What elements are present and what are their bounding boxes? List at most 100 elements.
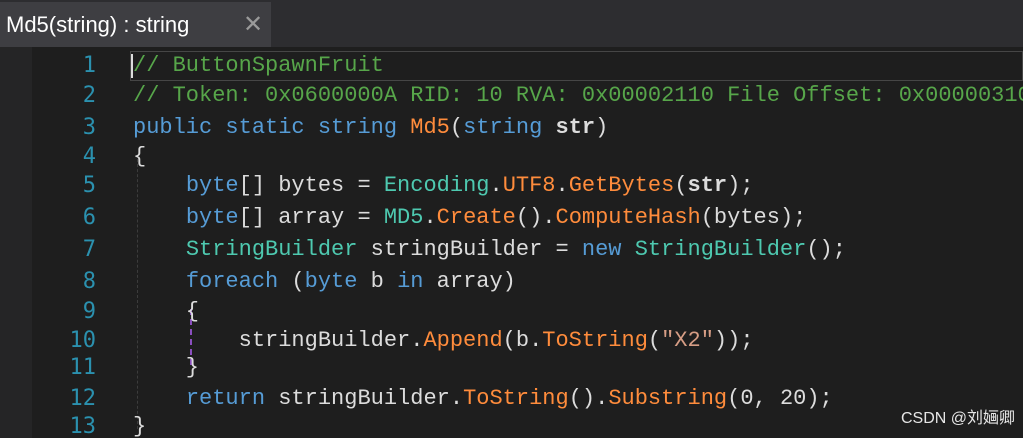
code-token: static — [225, 115, 305, 140]
code-token: ComputeHash — [555, 205, 701, 230]
code-line[interactable]: 5 byte[] bytes = Encoding.UTF8.GetBytes(… — [0, 171, 1023, 201]
code-line[interactable]: 10 stringBuilder.Append(b.ToString("X2")… — [0, 326, 1023, 356]
code-token: in — [397, 269, 424, 294]
code-token: . — [555, 173, 569, 198]
code-text: StringBuilder stringBuilder = new String… — [133, 235, 846, 265]
code-token: "X2" — [661, 328, 714, 353]
code-token: b — [357, 269, 398, 294]
code-line[interactable]: 13} — [0, 412, 1023, 438]
code-token: new — [581, 237, 622, 262]
tab-strip: Md5(string) : string ✕ — [0, 0, 1023, 47]
line-number: 8 — [82, 269, 96, 294]
code-text: } — [133, 353, 199, 383]
code-editor[interactable]: 1 // ButtonSpawnFruit 2 // Token: 0x0600000… — [0, 47, 1023, 438]
code-token: (); — [806, 237, 846, 262]
line-number: 9 — [82, 299, 96, 324]
code-token: UTF8 — [502, 173, 556, 198]
code-text: byte[] bytes = Encoding.UTF8.GetBytes(st… — [133, 171, 754, 201]
code-token: byte — [185, 205, 239, 230]
code-token: // ButtonSpawnFruit — [133, 53, 384, 78]
code-token: [] array = — [238, 205, 384, 230]
code-token: Append — [423, 328, 503, 353]
line-number: 7 — [82, 237, 96, 262]
line-number: 12 — [69, 386, 97, 411]
code-token: Md5 — [410, 115, 450, 140]
code-line[interactable]: 3 public static string Md5(string str) — [0, 113, 1023, 143]
code-token: (bytes); — [700, 205, 807, 230]
code-token: array) — [423, 269, 516, 294]
code-token: { — [133, 299, 200, 324]
code-token: MD5 — [383, 205, 424, 230]
code-token: stringBuilder = — [357, 237, 582, 262]
code-line[interactable]: 9 { — [0, 297, 1023, 327]
code-token: } — [133, 355, 200, 380]
code-text: { — [133, 142, 146, 172]
watermark: CSDN @刘婳卿 — [900, 410, 1015, 427]
code-text: // Token: 0x0600000A RID: 10 RVA: 0x0000… — [133, 81, 1023, 111]
code-token: Create — [436, 205, 516, 230]
code-token: // Token: 0x0600000A RID: 10 RVA: 0x0000… — [133, 83, 1023, 108]
code-text: // ButtonSpawnFruit — [133, 51, 384, 81]
line-number: 5 — [82, 173, 96, 198]
code-line[interactable]: 7 StringBuilder stringBuilder = new Stri… — [0, 235, 1023, 265]
code-text: return stringBuilder.ToString().Substrin… — [133, 384, 833, 414]
code-token: return — [185, 386, 266, 411]
line-number: 13 — [69, 414, 97, 438]
line-number: 3 — [82, 115, 96, 140]
code-token: ToString — [542, 328, 648, 353]
line-number: 10 — [69, 328, 97, 353]
line-number: 1 — [82, 53, 96, 78]
code-text: stringBuilder.Append(b.ToString("X2")); — [133, 326, 754, 356]
tab-title: Md5(string) : string — [6, 11, 190, 37]
code-line[interactable]: 8 foreach (byte b in array) — [0, 267, 1023, 297]
code-line[interactable]: 12 return stringBuilder.ToString().Subst… — [0, 384, 1023, 414]
code-token: (b. — [502, 328, 543, 353]
code-token: } — [133, 414, 147, 438]
code-token: stringBuilder. — [133, 328, 424, 353]
code-token: (). — [568, 386, 609, 411]
tab-md5[interactable]: Md5(string) : string ✕ — [0, 2, 271, 47]
code-token: foreach — [185, 269, 279, 294]
code-token: [] bytes = — [238, 173, 384, 198]
code-line[interactable]: 11 } — [0, 353, 1023, 383]
code-text: public static string Md5(string str) — [133, 113, 608, 143]
code-text: { — [133, 297, 199, 327]
code-token: GetBytes — [568, 173, 675, 198]
code-token: ( — [674, 173, 688, 198]
code-token: stringBuilder. — [265, 386, 464, 411]
code-token: { — [133, 144, 147, 169]
code-token: Substring — [608, 386, 728, 411]
code-token: string — [317, 115, 398, 140]
line-number: 4 — [82, 144, 96, 169]
code-token: Encoding — [383, 173, 490, 198]
code-text: foreach (byte b in array) — [133, 267, 516, 297]
code-token: str — [555, 115, 596, 140]
code-token: public — [133, 115, 213, 140]
code-token: ); — [727, 173, 754, 198]
line-number: 2 — [82, 83, 96, 108]
code-token: str — [687, 173, 728, 198]
code-token: ( — [647, 328, 662, 353]
code-line[interactable]: 6 byte[] array = MD5.Create().ComputeHas… — [0, 203, 1023, 233]
code-line[interactable]: 4{ — [0, 142, 1023, 172]
code-token: . — [489, 173, 503, 198]
line-number: 11 — [69, 355, 97, 380]
code-token: ) — [595, 115, 609, 140]
close-icon[interactable]: ✕ — [239, 10, 267, 38]
code-token: byte — [185, 173, 239, 198]
code-token: byte — [304, 269, 358, 294]
code-token: string — [463, 115, 543, 140]
code-token: . — [423, 205, 437, 230]
line-number: 6 — [82, 205, 96, 230]
code-line[interactable]: 2 // Token: 0x0600000A RID: 10 RVA: 0x000… — [0, 81, 1023, 111]
code-token: ( — [278, 269, 305, 294]
code-line[interactable]: 1 // ButtonSpawnFruit — [0, 51, 1023, 81]
code-token: StringBuilder — [185, 237, 358, 262]
